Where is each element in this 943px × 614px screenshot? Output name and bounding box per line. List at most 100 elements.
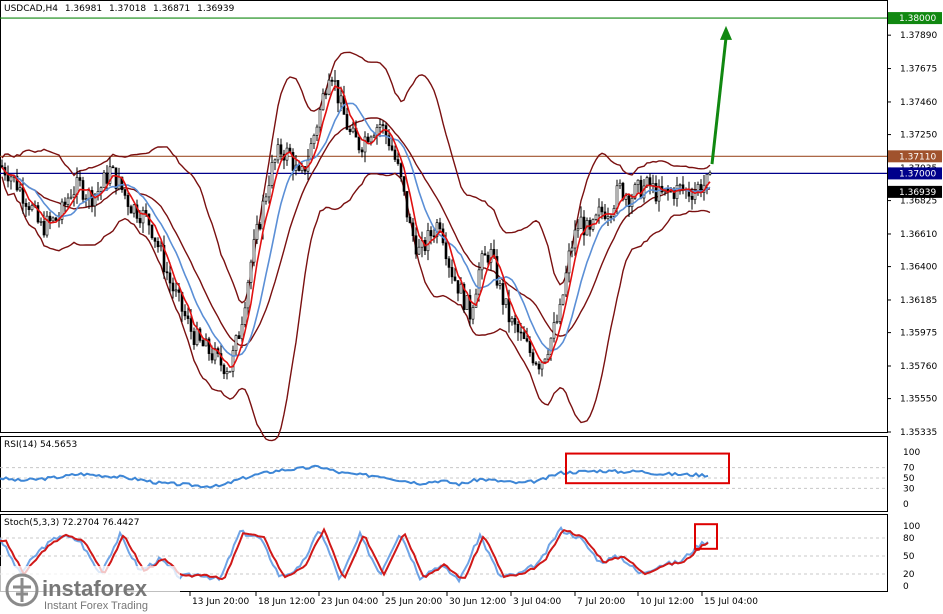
close-value: 1.36939 — [197, 4, 234, 14]
candle-body — [177, 289, 181, 293]
candle-body — [156, 241, 160, 248]
candle-body — [414, 235, 418, 255]
rsi-scale-label: 50 — [903, 474, 915, 484]
candle-body — [336, 80, 340, 104]
candle-body — [132, 204, 136, 214]
candle-body — [480, 253, 484, 271]
stoch-scale-label: 20 — [903, 570, 915, 580]
candle-body — [333, 80, 337, 82]
candle-body — [552, 322, 556, 339]
candle-body — [564, 272, 568, 296]
price-tag-label: 1.37000 — [899, 169, 936, 179]
candle-body — [471, 307, 475, 320]
candle-body — [402, 176, 406, 192]
candle-body — [129, 206, 133, 214]
time-label: 23 Jun 04:00 — [321, 597, 378, 607]
logo-tagline: Instant Forex Trading — [44, 600, 148, 612]
stoch-scale-label: 80 — [903, 534, 915, 544]
candle-body — [150, 224, 154, 239]
candle-body — [186, 315, 190, 319]
candle-body — [9, 176, 13, 182]
candle-body — [168, 272, 172, 284]
candle-body — [39, 221, 43, 223]
candle-body — [78, 177, 82, 181]
candle-body — [360, 149, 364, 153]
candle-body — [534, 362, 538, 365]
candle-body — [123, 189, 127, 196]
candle-body — [54, 217, 58, 221]
candle-body — [459, 283, 463, 294]
stoch-title: Stoch(5,3,3) 72.2704 76.4427 — [4, 518, 139, 528]
candle-body — [222, 364, 226, 375]
candle-body — [600, 206, 604, 213]
price-tick-label: 1.36610 — [900, 230, 937, 240]
candle-body — [276, 144, 280, 161]
candle-body — [576, 228, 580, 231]
rsi-scale-label: 70 — [903, 464, 915, 474]
candle-body — [570, 247, 574, 252]
candle-body — [594, 214, 598, 220]
candle-body — [171, 282, 175, 292]
candle-body — [366, 136, 370, 143]
candle-body — [405, 191, 409, 218]
candle-body — [174, 289, 178, 292]
candle-body — [252, 239, 256, 263]
rsi-title: RSI(14) 54.5653 — [4, 440, 77, 450]
candle-body — [372, 135, 376, 138]
candle-body — [453, 276, 457, 281]
candle-body — [18, 187, 22, 191]
candle-body — [390, 145, 394, 151]
stoch-scale: 100 80 50 20 0 — [903, 522, 920, 592]
low-value: 1.36871 — [153, 4, 190, 14]
candle-body — [639, 179, 643, 199]
candle-body — [141, 209, 145, 224]
candle-body — [231, 350, 235, 372]
candle-body — [519, 331, 523, 334]
symbol-label: USDCAD,H4 — [4, 4, 58, 14]
candle-body — [408, 216, 412, 224]
candle-body — [609, 216, 613, 218]
candle-body — [246, 282, 250, 309]
candle-body — [357, 136, 361, 151]
candle-body — [111, 166, 115, 169]
candle-body — [315, 126, 319, 136]
candle-body — [270, 162, 274, 186]
candle-body — [225, 371, 229, 375]
forex-chart[interactable]: 1.378901.376751.374601.372501.370351.368… — [0, 0, 943, 614]
candle-body — [444, 242, 448, 260]
time-label: 10 Jul 12:00 — [640, 597, 694, 607]
candle-body — [30, 205, 34, 210]
candle-body — [447, 258, 451, 268]
candle-body — [708, 172, 712, 175]
candle-body — [504, 298, 508, 305]
candle-body — [561, 294, 565, 305]
price-tick-label: 1.36400 — [900, 263, 937, 273]
candle-body — [396, 159, 400, 164]
candle-body — [99, 187, 103, 192]
time-label: 25 Jun 20:00 — [385, 597, 442, 607]
rsi-panel[interactable] — [0, 436, 888, 512]
candle-body — [528, 340, 532, 353]
candle-body — [456, 280, 460, 294]
candle-body — [630, 197, 634, 208]
candle-body — [126, 195, 130, 207]
candle-body — [348, 129, 352, 133]
candle-body — [66, 197, 70, 205]
candle-body — [249, 261, 253, 283]
price-tick-label: 1.35335 — [900, 428, 937, 438]
price-tick-label: 1.37460 — [900, 98, 937, 108]
candle-body — [237, 335, 241, 339]
time-label: 30 Jun 12:00 — [449, 597, 506, 607]
candle-body — [567, 250, 571, 274]
candle-body — [618, 182, 622, 187]
candle-body — [192, 331, 196, 345]
stoch-scale-label: 50 — [903, 552, 915, 562]
price-tick-label: 1.36825 — [900, 197, 937, 207]
candle-body — [321, 93, 325, 111]
candle-body — [240, 324, 244, 339]
candle-body — [513, 318, 517, 325]
candle-body — [378, 124, 382, 128]
candle-body — [183, 311, 187, 317]
candle-body — [477, 269, 481, 295]
candle-body — [117, 176, 121, 190]
